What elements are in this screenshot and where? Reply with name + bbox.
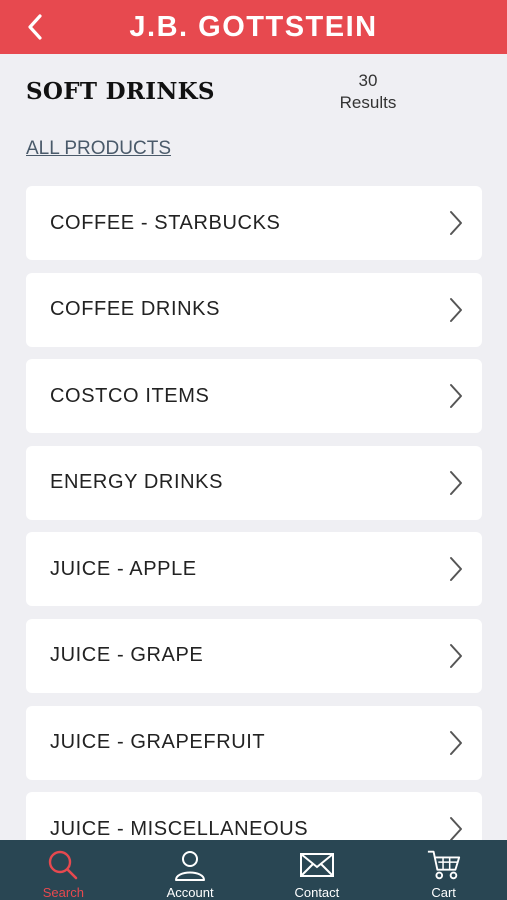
app-screen: J.B. GOTTSTEIN SOFT DRINKS 30 Results AL… [0,0,507,900]
list-item[interactable]: COSTCO ITEMS [26,359,482,434]
chevron-right-icon [448,383,464,409]
list-item-label: JUICE - GRAPE [50,644,204,667]
list-item[interactable]: COFFEE DRINKS [26,272,482,347]
chevron-left-icon [28,14,42,40]
results-number: 30 [358,71,378,90]
tab-label: Account [166,885,214,900]
list-item-label: COFFEE - STARBUCKS [50,211,281,234]
search-icon [45,848,81,882]
tab-search[interactable]: Search [0,840,127,900]
tab-contact[interactable]: Contact [254,840,381,900]
list-item[interactable]: COFFEE - STARBUCKS [26,186,482,260]
chevron-right-icon [448,816,464,842]
chevron-right-icon [448,643,464,669]
list-item-label: COFFEE DRINKS [50,298,221,321]
chevron-right-icon [448,470,464,496]
cart-icon [426,848,462,882]
list-item-label: JUICE - APPLE [50,557,197,580]
list-item[interactable]: JUICE - GRAPEFRUIT [26,705,482,780]
bottom-tab-bar: Search Account Contact Cart [0,840,507,900]
back-button[interactable] [18,10,52,44]
chevron-right-icon [448,556,464,582]
list-item-label: COSTCO ITEMS [50,384,210,407]
tab-label: Contact [294,885,340,900]
results-count: 30 Results [330,70,406,114]
chevron-right-icon [448,730,464,756]
brand-logo: J.B. GOTTSTEIN [129,10,378,43]
user-icon [172,848,208,882]
tab-account[interactable]: Account [127,840,254,900]
list-item[interactable]: JUICE - APPLE [26,532,482,607]
all-products-link[interactable]: ALL PRODUCTS [26,138,171,160]
list-item-label: ENERGY DRINKS [50,471,224,494]
tab-label: Cart [431,885,456,900]
list-item-label: JUICE - MISCELLANEOUS [50,817,309,840]
results-label: Results [339,93,397,112]
top-bar: J.B. GOTTSTEIN [0,0,507,54]
list-item-label: JUICE - GRAPEFRUIT [50,731,266,754]
page-title: SOFT DRINKS [26,78,215,105]
list-item[interactable]: JUICE - GRAPE [26,618,482,693]
tab-label: Search [42,885,84,900]
envelope-icon [299,848,335,882]
category-list: COFFEE - STARBUCKS COFFEE DRINKS COSTCO … [26,186,482,879]
list-item[interactable]: ENERGY DRINKS [26,445,482,520]
tab-cart[interactable]: Cart [380,840,507,900]
chevron-right-icon [448,210,464,236]
chevron-right-icon [448,297,464,323]
